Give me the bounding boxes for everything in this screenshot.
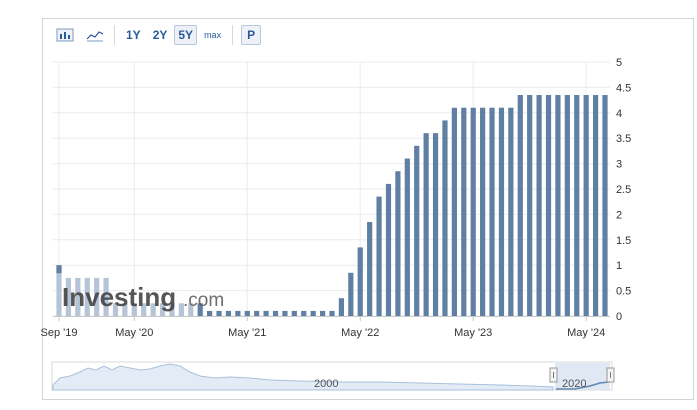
bar[interactable] — [235, 310, 241, 316]
bar[interactable] — [602, 95, 608, 317]
bar[interactable] — [376, 196, 382, 316]
y-tick-label: 2.5 — [616, 184, 631, 196]
bar[interactable] — [461, 107, 467, 316]
bar[interactable] — [207, 310, 213, 316]
y-tick-label: 4 — [616, 108, 622, 120]
bar[interactable] — [357, 247, 363, 316]
y-tick-label: 3 — [616, 159, 622, 171]
x-tick-label: Sep '19 — [41, 327, 78, 339]
bar[interactable] — [555, 95, 561, 317]
bar[interactable] — [319, 310, 326, 316]
bar-chart: 0 0.5 1 1.5 2 2.5 3 3.5 4 4.5 5 Sep '19 May '20 May … — [41, 57, 631, 391]
bar[interactable] — [338, 298, 345, 316]
y-axis: 0 0.5 1 1.5 2 2.5 3 3.5 4 4.5 5 — [616, 57, 631, 323]
bar[interactable] — [498, 107, 505, 316]
bar[interactable] — [414, 145, 420, 316]
watermark-suffix: .com — [183, 290, 224, 311]
y-tick-label: 1 — [616, 260, 622, 272]
bar[interactable] — [508, 107, 514, 316]
watermark-logo: Investing .com — [62, 282, 224, 312]
grid — [53, 61, 610, 317]
bar[interactable] — [583, 95, 589, 317]
bar[interactable] — [432, 133, 439, 316]
y-tick-label: 1.5 — [616, 235, 631, 247]
bar[interactable] — [470, 107, 476, 316]
bar[interactable] — [272, 310, 279, 316]
bar[interactable] — [545, 95, 552, 317]
bar-highlight — [56, 265, 62, 274]
y-tick-label: 3.5 — [616, 133, 631, 145]
bar[interactable] — [404, 158, 410, 316]
bar[interactable] — [536, 95, 542, 317]
y-tick-label: 0 — [616, 311, 622, 323]
bar[interactable] — [216, 310, 222, 316]
x-tick-label: May '20 — [115, 327, 153, 339]
watermark-brand: Investing — [62, 282, 176, 312]
bar[interactable] — [254, 310, 260, 316]
bar[interactable] — [385, 183, 392, 316]
navigator[interactable]: 2000 2020 — [51, 361, 615, 391]
y-tick-label: 4.5 — [616, 82, 631, 94]
x-tick-label: May '22 — [341, 327, 379, 339]
bar[interactable] — [329, 310, 335, 316]
bar[interactable] — [442, 120, 448, 316]
navigator-label-2020: 2020 — [562, 378, 586, 390]
y-tick-label: 0.5 — [616, 286, 631, 298]
bar[interactable] — [367, 222, 373, 316]
bar[interactable] — [263, 310, 269, 316]
bar[interactable] — [348, 272, 354, 316]
bar[interactable] — [489, 107, 495, 316]
bar[interactable] — [301, 310, 307, 316]
bar[interactable] — [564, 95, 570, 317]
bar[interactable] — [480, 107, 486, 316]
bar[interactable] — [310, 310, 316, 316]
y-tick-label: 2 — [616, 209, 622, 221]
bar[interactable] — [592, 95, 599, 317]
x-axis: Sep '19 May '20 May '21 May '22 May '23 May '… — [41, 316, 610, 339]
bar[interactable] — [423, 133, 429, 316]
bar[interactable] — [527, 95, 533, 317]
x-tick-label: May '21 — [228, 327, 266, 339]
x-tick-label: May '23 — [454, 327, 492, 339]
x-tick-label: May '24 — [567, 327, 605, 339]
bar[interactable] — [291, 310, 297, 316]
bar[interactable] — [451, 107, 457, 316]
bar[interactable] — [395, 171, 401, 316]
bar[interactable] — [517, 95, 523, 317]
bar[interactable] — [225, 310, 232, 316]
y-tick-label: 5 — [616, 57, 622, 69]
bar[interactable] — [282, 310, 288, 316]
bar[interactable] — [244, 310, 250, 316]
bar[interactable] — [574, 95, 580, 317]
navigator-label-2000: 2000 — [314, 378, 338, 390]
